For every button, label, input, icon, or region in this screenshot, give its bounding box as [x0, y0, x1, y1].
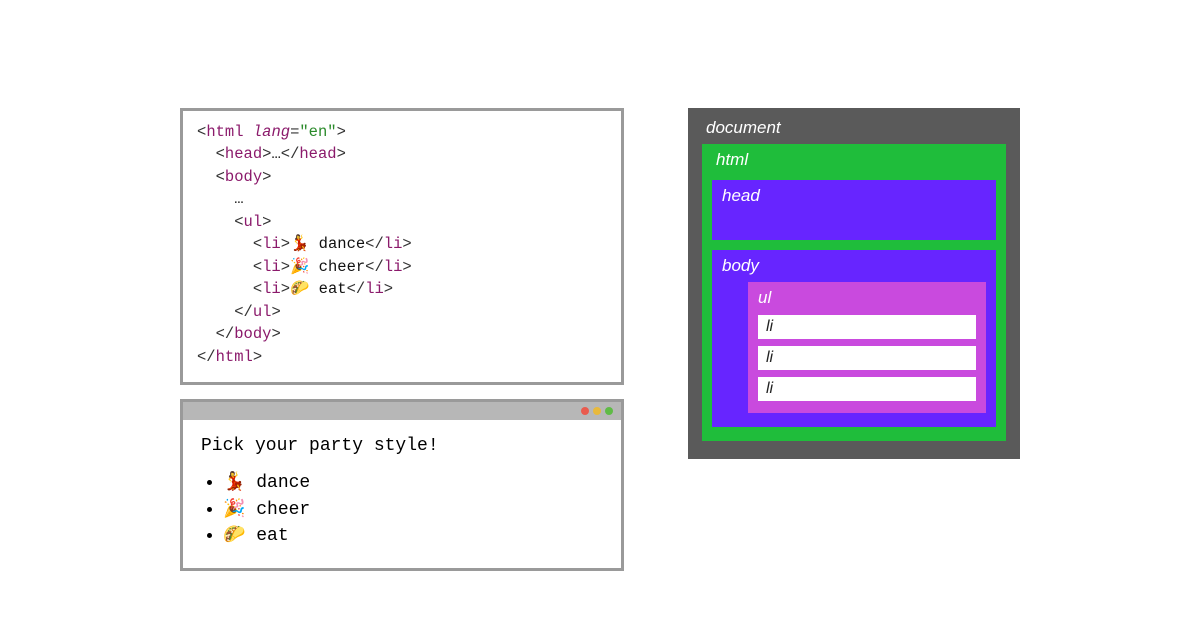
browser-heading: Pick your party style! — [201, 434, 603, 459]
dom-head-box: head — [712, 180, 996, 240]
list-item-emoji: 🌮 — [223, 526, 245, 546]
dom-html-label: html — [712, 148, 996, 176]
tag-html-close: html — [216, 348, 253, 366]
tag-li-1-close: li — [384, 235, 403, 253]
list-item: 🌮 eat — [223, 524, 603, 549]
ellipsis: … — [271, 145, 280, 163]
dom-document-label: document — [702, 116, 1006, 144]
dom-body-label: body — [722, 256, 986, 276]
li-1-text: dance — [309, 235, 365, 253]
dom-li-box: li — [758, 315, 976, 339]
dom-ul-box: ul li li li — [748, 282, 986, 413]
li-3-text: eat — [309, 280, 346, 298]
tag-li-2-close: li — [384, 258, 403, 276]
ellipsis-2: … — [234, 190, 243, 208]
tag-html-open: html — [206, 123, 243, 141]
browser-titlebar — [183, 402, 621, 420]
list-item-text: cheer — [245, 500, 310, 520]
list-item-emoji: 🎉 — [223, 500, 245, 520]
list-item-emoji: 💃 — [223, 473, 245, 493]
traffic-light-green-icon — [605, 407, 613, 415]
tag-li-2-open: li — [262, 258, 281, 276]
list-item: 💃 dance — [223, 471, 603, 496]
attr-lang: lang — [253, 123, 290, 141]
traffic-light-yellow-icon — [593, 407, 601, 415]
browser-list: 💃 dance 🎉 cheer 🌮 eat — [201, 471, 603, 549]
dom-head-label: head — [722, 186, 986, 206]
traffic-light-red-icon — [581, 407, 589, 415]
tag-body-close: body — [234, 325, 271, 343]
dom-diagram: document html head body ul li li li — [688, 108, 1020, 459]
dom-ul-label: ul — [758, 288, 976, 308]
tag-li-3-close: li — [365, 280, 384, 298]
list-item: 🎉 cheer — [223, 498, 603, 523]
li-2-text: cheer — [309, 258, 365, 276]
dom-html-box: html head body ul li li li — [702, 144, 1006, 441]
dom-li-box: li — [758, 346, 976, 370]
list-item-text: dance — [245, 473, 310, 493]
tag-head-close: head — [299, 145, 336, 163]
li-1-emoji: 💃 — [290, 235, 309, 253]
tag-li-1-open: li — [262, 235, 281, 253]
dom-li-box: li — [758, 377, 976, 401]
dom-body-box: body ul li li li — [712, 250, 996, 427]
list-item-text: eat — [245, 526, 288, 546]
li-2-emoji: 🎉 — [290, 258, 309, 276]
attr-lang-value: "en" — [299, 123, 336, 141]
li-3-emoji: 🌮 — [290, 280, 309, 298]
tag-head-open: head — [225, 145, 262, 163]
tag-li-3-open: li — [262, 280, 281, 298]
tag-ul-open: ul — [244, 213, 263, 231]
browser-panel: Pick your party style! 💃 dance 🎉 cheer 🌮… — [180, 399, 624, 571]
code-panel: <html lang="en"> <head>…</head> <body> …… — [180, 108, 624, 385]
tag-body-open: body — [225, 168, 262, 186]
tag-ul-close: ul — [253, 303, 272, 321]
